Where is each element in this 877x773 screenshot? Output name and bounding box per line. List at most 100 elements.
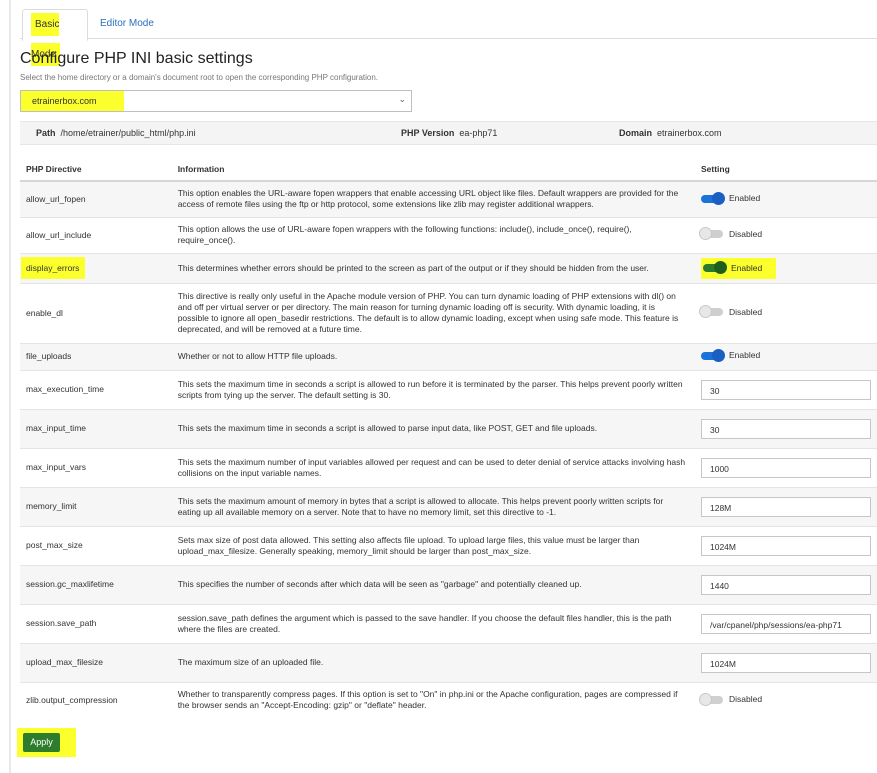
- setting-cell: 1000: [695, 447, 877, 487]
- setting-cell: 1024M: [695, 525, 877, 565]
- information-cell: session.save_path defines the argument w…: [171, 603, 695, 643]
- setting-input[interactable]: 1000: [701, 457, 871, 478]
- information-cell: This determines whether errors should be…: [171, 252, 695, 283]
- toggle-switch-icon[interactable]: [699, 692, 723, 706]
- tab-basic-mode[interactable]: Basic Mode: [22, 9, 88, 66]
- setting-input[interactable]: 128M: [701, 496, 871, 517]
- toggle-knob: [699, 305, 712, 319]
- information-cell: This sets the maximum time in seconds a …: [171, 408, 695, 448]
- toggle-switch-icon[interactable]: [701, 348, 725, 362]
- tab-editor-mode[interactable]: Editor Mode: [92, 9, 162, 39]
- information-cell: This option enables the URL-aware fopen …: [171, 180, 695, 217]
- setting-toggle[interactable]: Enabled: [701, 257, 777, 279]
- directive-cell: session.gc_maxlifetime: [20, 564, 172, 604]
- directive-cell: max_execution_time: [20, 369, 172, 409]
- setting-cell: 30: [695, 408, 877, 448]
- toggle-switch-icon[interactable]: [703, 261, 727, 274]
- setting-cell: 128M: [695, 486, 877, 526]
- information-cell: Whether to transparently compress pages.…: [171, 681, 695, 718]
- left-border: [9, 0, 11, 773]
- directive-name: display_errors: [21, 256, 86, 279]
- setting-input[interactable]: 30: [701, 379, 871, 400]
- toggle-label: Enabled: [731, 262, 763, 273]
- setting-input[interactable]: 30: [701, 418, 871, 439]
- table-row: upload_max_filesize The maximum size of a…: [20, 642, 877, 682]
- table-row: display_errors This determines whether er…: [20, 252, 877, 283]
- directive-cell: allow_url_include: [20, 216, 172, 253]
- toggle-switch-icon[interactable]: [699, 305, 723, 319]
- directive-name: max_input_time: [26, 423, 87, 433]
- toggle-switch-icon[interactable]: [701, 191, 725, 205]
- mode-tabs: Basic Mode Editor Mode: [20, 6, 877, 66]
- setting-cell: 1024M: [695, 642, 877, 682]
- header-information: Information: [171, 158, 695, 182]
- toggle-knob: [714, 261, 727, 274]
- directive-cell: upload_max_filesize: [20, 642, 172, 682]
- page-title: Configure PHP INI basic settings: [20, 50, 253, 67]
- information-cell: The maximum size of an uploaded file.: [171, 642, 695, 682]
- toggle-knob: [699, 692, 712, 706]
- directive-name: enable_dl: [26, 307, 63, 318]
- information-cell: This sets the maximum amount of memory i…: [171, 486, 695, 526]
- setting-cell: /var/cpanel/php/sessions/ea-php71: [695, 603, 877, 643]
- setting-toggle[interactable]: Disabled: [699, 305, 763, 319]
- information-cell: Whether or not to allow HTTP file upload…: [171, 342, 695, 370]
- table-row: allow_url_include This option allows the …: [20, 216, 877, 253]
- setting-input[interactable]: 1440: [701, 574, 871, 595]
- toggle-label: Enabled: [729, 193, 761, 203]
- domain-select[interactable]: etrainerbox.com ⌄: [20, 90, 412, 112]
- setting-cell: Disabled: [695, 216, 877, 253]
- help-text: Select the home directory or a domain's …: [20, 73, 379, 82]
- toggle-knob: [699, 227, 712, 241]
- directive-cell: zlib.output_compression: [20, 681, 172, 718]
- table-row: session.gc_maxlifetime This specifies the…: [20, 564, 877, 604]
- directive-cell: enable_dl: [20, 282, 172, 343]
- information-cell: This sets the maximum time in seconds a …: [171, 369, 695, 409]
- header-setting: Setting: [695, 158, 877, 182]
- toggle-switch-icon[interactable]: [699, 227, 723, 241]
- directive-cell: file_uploads: [20, 342, 172, 370]
- setting-input[interactable]: 1024M: [701, 535, 871, 556]
- setting-input[interactable]: 1024M: [701, 652, 871, 673]
- toggle-knob: [712, 191, 725, 205]
- table-row: file_uploads Whether or not to allow HTTP…: [20, 342, 877, 370]
- toggle-label: Disabled: [729, 306, 763, 317]
- header-directive: PHP Directive: [20, 158, 172, 182]
- apply-button[interactable]: Apply: [23, 733, 60, 752]
- directive-cell: max_input_vars: [20, 447, 172, 487]
- chevron-down-icon: ⌄: [398, 94, 406, 104]
- table-row: allow_url_fopen This option enables the U…: [20, 180, 877, 217]
- domain-select-value: etrainerbox.com: [21, 91, 124, 111]
- information-cell: This option allows the use of URL-aware …: [171, 216, 695, 253]
- setting-toggle[interactable]: Enabled: [701, 348, 760, 362]
- information-cell: Sets max size of post data allowed. This…: [171, 525, 695, 565]
- directive-name: post_max_size: [26, 540, 83, 550]
- directive-name: max_execution_time: [26, 384, 104, 394]
- setting-cell: Enabled: [695, 342, 877, 370]
- information-cell: This sets the maximum number of input va…: [171, 447, 695, 487]
- setting-toggle[interactable]: Disabled: [699, 227, 762, 241]
- domain-info: Domain etrainerbox.com: [619, 128, 722, 138]
- directive-cell: post_max_size: [20, 525, 172, 565]
- directive-name: session.gc_maxlifetime: [26, 579, 114, 589]
- table-row: enable_dl This directive is really only u…: [20, 282, 877, 343]
- setting-cell: Disabled: [695, 282, 877, 343]
- directive-name: allow_url_fopen: [26, 193, 86, 204]
- table-row: max_input_time This sets the maximum time…: [20, 408, 877, 448]
- setting-cell: 30: [695, 369, 877, 409]
- setting-cell: Enabled: [695, 252, 877, 283]
- setting-cell: Disabled: [695, 681, 877, 718]
- table-row: max_execution_time This sets the maximum …: [20, 369, 877, 409]
- directive-cell: memory_limit: [20, 486, 172, 526]
- table-row: session.save_path session.save_path defin…: [20, 603, 877, 643]
- information-cell: This directive is really only useful in …: [171, 282, 695, 343]
- directive-name: zlib.output_compression: [26, 694, 118, 705]
- directive-name: memory_limit: [26, 501, 77, 511]
- setting-toggle[interactable]: Enabled: [701, 191, 761, 205]
- php-directives-table: PHP Directive Information Setting allow_…: [20, 158, 877, 718]
- setting-input[interactable]: /var/cpanel/php/sessions/ea-php71: [701, 613, 871, 634]
- directive-name: max_input_vars: [26, 462, 87, 472]
- directive-cell: display_errors: [20, 252, 172, 283]
- setting-toggle[interactable]: Disabled: [699, 692, 762, 706]
- table-row: max_input_vars This sets the maximum numb…: [20, 447, 877, 487]
